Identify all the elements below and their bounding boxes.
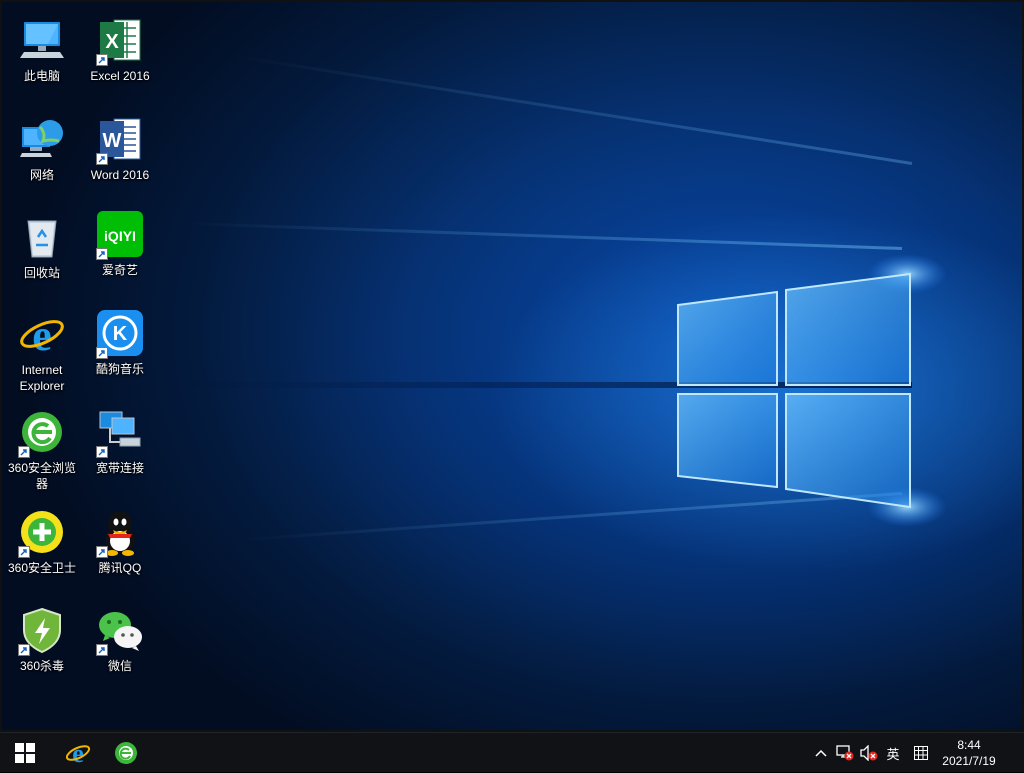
desktop-icon-word[interactable]: W Word 2016 [82, 115, 158, 183]
desktop-icon-360-antivirus[interactable]: 360杀毒 [4, 606, 80, 674]
desktop-icon-label: 网络 [29, 168, 54, 182]
taskbar-360-browser[interactable] [104, 733, 148, 773]
desktop-icon-iqiyi[interactable]: iQIYI 爱奇艺 [82, 210, 158, 278]
input-language-label: 英 [886, 746, 900, 762]
desktop-icon-360-browser[interactable]: 360安全浏览器 [4, 408, 80, 492]
network-disconnected-icon [836, 745, 854, 761]
ime-mode-button[interactable] [910, 733, 932, 773]
start-button[interactable] [0, 733, 50, 773]
shortcut-arrow-icon [96, 248, 108, 260]
desktop-background: 此电脑 网络 回收站 e Internet Explorer 360安全浏览器 … [0, 0, 1024, 732]
windows-start-icon [15, 743, 35, 763]
desktop-icon-this-pc[interactable]: 此电脑 [4, 16, 80, 84]
desktop-icon-recycle-bin[interactable]: 回收站 [4, 213, 80, 281]
desktop-icon-wechat[interactable]: 微信 [82, 606, 158, 674]
recycle-bin-icon [18, 213, 66, 261]
desktop-icon-360-security[interactable]: 360安全卫士 [4, 508, 80, 576]
desktop-icon-internet-explorer[interactable]: e Internet Explorer [4, 310, 80, 394]
show-hidden-icons-button[interactable] [812, 733, 830, 773]
shortcut-arrow-icon [96, 54, 108, 66]
desktop-icon-label: Excel 2016 [90, 69, 150, 83]
360-antivirus-icon [18, 606, 66, 656]
desktop-icon-label: 宽带连接 [95, 461, 144, 475]
network-icon [18, 115, 66, 163]
iqiyi-icon: iQIYI [96, 210, 144, 260]
word-icon: W [96, 115, 144, 165]
shortcut-arrow-icon [96, 153, 108, 165]
svg-text:W: W [103, 130, 122, 152]
clock[interactable]: 8:44 2021/7/19 [934, 737, 1004, 769]
shortcut-arrow-icon [96, 347, 108, 359]
desktop-icon-label: 此电脑 [23, 69, 60, 83]
clock-date: 2021/7/19 [942, 754, 996, 768]
taskbar: e 英 8:44 2021/7/19 [0, 732, 1024, 772]
svg-text:iQIYI: iQIYI [104, 228, 136, 244]
360-browser-icon [115, 742, 137, 764]
excel-icon: X [96, 16, 144, 66]
kugou-icon: K [96, 309, 144, 359]
shortcut-arrow-icon [18, 546, 30, 558]
desktop-icon-kugou[interactable]: K 酷狗音乐 [82, 309, 158, 377]
desktop-icon-qq[interactable]: 腾讯QQ [82, 508, 158, 576]
shortcut-arrow-icon [18, 644, 30, 656]
desktop-icon-network[interactable]: 网络 [4, 115, 80, 183]
volume-tray-button[interactable] [858, 733, 880, 773]
wechat-icon [96, 606, 144, 656]
desktop-icon-label: Word 2016 [90, 168, 150, 182]
this-pc-icon [18, 16, 66, 64]
360-browser-icon [18, 408, 66, 458]
network-tray-button[interactable] [834, 733, 856, 773]
desktop-icon-label: 酷狗音乐 [95, 362, 144, 376]
volume-muted-icon [860, 745, 878, 761]
svg-text:X: X [105, 31, 119, 53]
taskbar-internet-explorer[interactable]: e [56, 733, 100, 773]
svg-text:K: K [113, 323, 128, 345]
shortcut-arrow-icon [96, 644, 108, 656]
chevron-up-icon [815, 749, 827, 757]
desktop-icon-label: 爱奇艺 [101, 263, 138, 277]
desktop-icon-label: 360安全卫士 [7, 561, 77, 575]
keyboard-grid-icon [914, 746, 928, 760]
broadband-icon [96, 408, 144, 458]
shortcut-arrow-icon [18, 446, 30, 458]
desktop-icon-excel[interactable]: X Excel 2016 [82, 16, 158, 84]
shortcut-arrow-icon [96, 446, 108, 458]
desktop-icon-label: 360杀毒 [19, 659, 65, 673]
svg-text:e: e [72, 740, 84, 766]
qq-icon [96, 508, 144, 558]
360-security-icon [18, 508, 66, 558]
input-method-button[interactable]: 英 [882, 733, 904, 773]
desktop-icon-label: 360安全浏览器 [7, 461, 77, 491]
desktop-icon-broadband[interactable]: 宽带连接 [82, 408, 158, 476]
desktop-icon-label: 微信 [107, 659, 132, 673]
desktop-icon-label: 腾讯QQ [98, 561, 142, 575]
clock-time: 8:44 [957, 738, 981, 752]
desktop-icon-label: Internet Explorer [19, 363, 65, 393]
internet-explorer-icon: e [18, 310, 66, 360]
shortcut-arrow-icon [96, 546, 108, 558]
internet-explorer-icon: e [65, 740, 91, 766]
svg-text:e: e [32, 311, 52, 358]
desktop-icon-label: 回收站 [23, 266, 60, 280]
